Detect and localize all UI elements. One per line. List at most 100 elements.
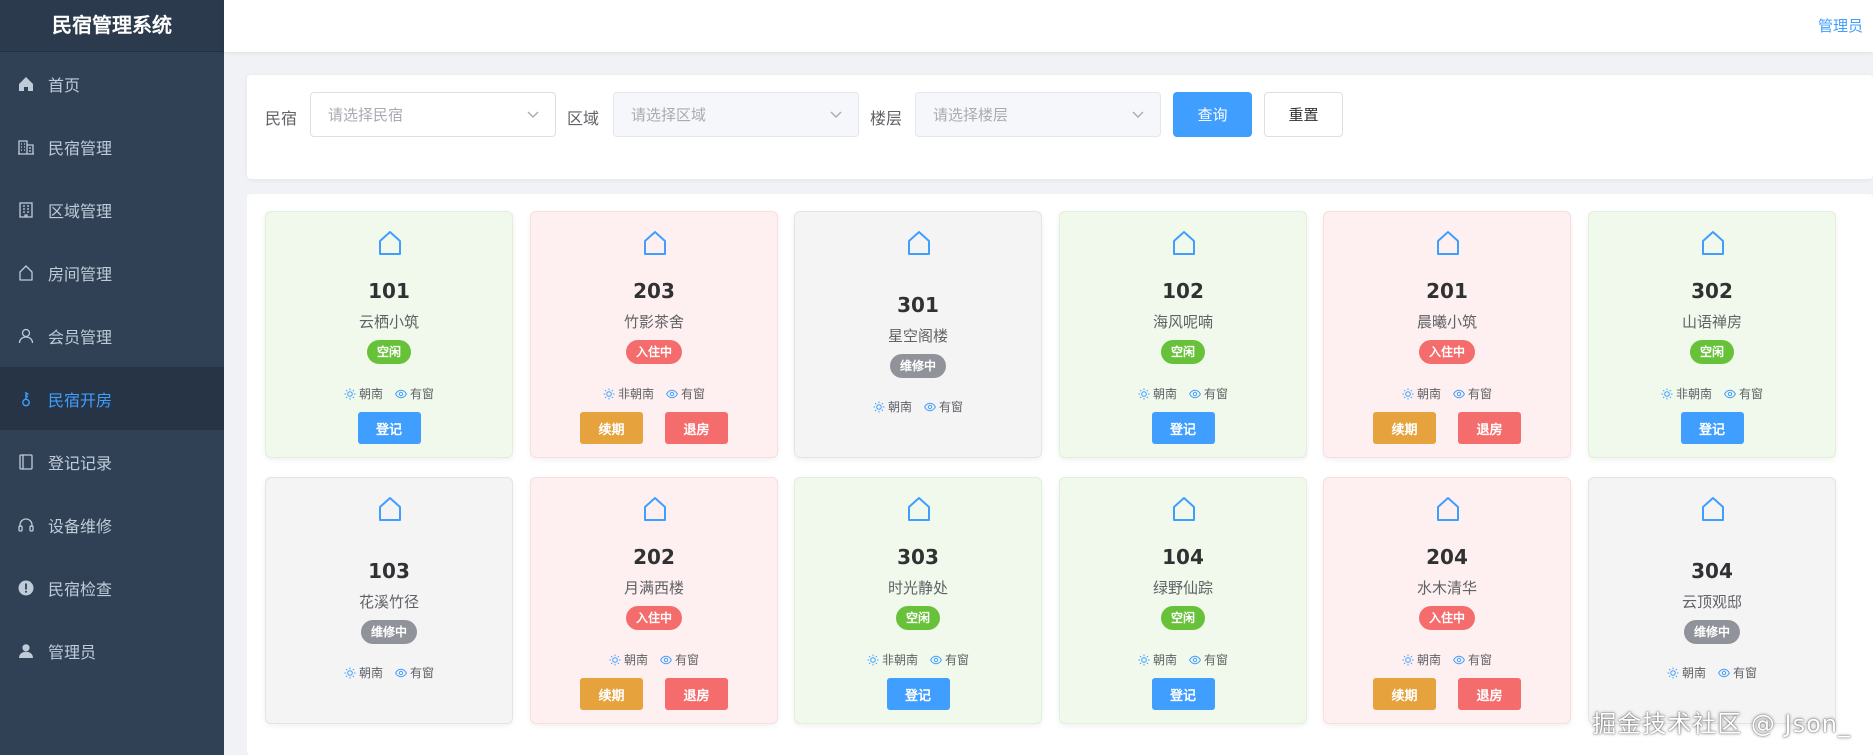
- room-card[interactable]: 101 云栖小筑 空闲 朝南 有窗 登记: [265, 211, 513, 458]
- room-card[interactable]: 201 晨曦小筑 入住中 朝南 有窗 续期 退房: [1323, 211, 1571, 458]
- house-icon: [904, 228, 934, 258]
- renew-button[interactable]: 续期: [580, 678, 643, 710]
- room-card[interactable]: 301 星空阁楼 维修中 朝南 有窗: [794, 211, 1042, 458]
- sidebar-item-4[interactable]: 会员管理: [0, 304, 224, 367]
- checkout-button[interactable]: 退房: [1458, 412, 1521, 444]
- renew-button[interactable]: 续期: [1373, 678, 1436, 710]
- renew-button[interactable]: 续期: [1373, 412, 1436, 444]
- eye-icon: [1453, 388, 1465, 400]
- eye-icon: [1189, 654, 1201, 666]
- sidebar-item-label: 管理员: [48, 642, 97, 662]
- room-features: 朝南 有窗: [1060, 651, 1306, 668]
- room-actions: 续期 退房: [531, 678, 777, 710]
- window-text: 有窗: [945, 653, 970, 667]
- eye-icon: [660, 654, 672, 666]
- top-header: 管理员: [224, 0, 1873, 52]
- sun-icon: [1138, 654, 1150, 666]
- eye-icon: [1453, 654, 1465, 666]
- window-text: 有窗: [939, 400, 964, 414]
- sidebar-item-2[interactable]: 区域管理: [0, 178, 224, 241]
- sun-icon: [344, 388, 356, 400]
- homestay-select[interactable]: 请选择民宿: [310, 92, 556, 137]
- sidebar-item-6[interactable]: 登记记录: [0, 430, 224, 493]
- room-card[interactable]: 202 月满西楼 入住中 朝南 有窗 续期 退房: [530, 477, 778, 724]
- sidebar-item-5[interactable]: 民宿开房: [0, 367, 224, 430]
- house-icon: [1433, 494, 1463, 524]
- area-select[interactable]: 请选择区域: [613, 92, 859, 137]
- orientation-feature: 非朝南: [1661, 385, 1712, 402]
- window-text: 有窗: [1468, 653, 1493, 667]
- window-feature: 有窗: [395, 385, 434, 402]
- orientation-text: 朝南: [1416, 653, 1441, 667]
- sun-icon: [1138, 388, 1150, 400]
- building-icon: [16, 137, 36, 157]
- sidebar-item-1[interactable]: 民宿管理: [0, 115, 224, 178]
- orientation-feature: 朝南: [1667, 664, 1706, 681]
- checkout-button[interactable]: 退房: [1458, 678, 1521, 710]
- room-card[interactable]: 204 水木清华 入住中 朝南 有窗 续期 退房: [1323, 477, 1571, 724]
- window-feature: 有窗: [1189, 651, 1228, 668]
- orientation-text: 朝南: [1152, 387, 1177, 401]
- orientation-text: 朝南: [623, 653, 648, 667]
- eye-icon: [1189, 388, 1201, 400]
- orientation-text: 非朝南: [881, 653, 918, 667]
- room-number: 301: [897, 293, 939, 317]
- room-card[interactable]: 304 云顶观邸 维修中 朝南 有窗: [1588, 477, 1836, 724]
- status-badge: 入住中: [625, 340, 683, 364]
- checkout-button[interactable]: 退房: [665, 678, 728, 710]
- room-actions: 续期 退房: [1324, 412, 1570, 444]
- checkin-button[interactable]: 登记: [1151, 412, 1215, 444]
- room-name: 云栖小筑: [358, 313, 419, 331]
- orientation-text: 朝南: [1416, 387, 1441, 401]
- status-badge: 维修中: [1683, 620, 1741, 644]
- room-card[interactable]: 203 竹影茶舍 入住中 非朝南 有窗 续期 退房: [530, 211, 778, 458]
- sidebar-item-label: 会员管理: [48, 327, 113, 347]
- room-card[interactable]: 103 花溪竹径 维修中 朝南 有窗: [265, 477, 513, 724]
- room-actions: 续期 退房: [531, 412, 777, 444]
- house-icon: [16, 263, 36, 283]
- room-features: 朝南 有窗: [266, 385, 512, 402]
- orientation-text: 朝南: [358, 666, 383, 680]
- window-text: 有窗: [1204, 387, 1229, 401]
- window-text: 有窗: [675, 653, 700, 667]
- sidebar-item-8[interactable]: 民宿检查: [0, 556, 224, 619]
- house-icon: [375, 228, 405, 258]
- area-label: 区域: [567, 109, 600, 128]
- key-icon: [16, 389, 36, 409]
- room-card[interactable]: 104 绿野仙踪 空闲 朝南 有窗 登记: [1059, 477, 1307, 724]
- checkin-button[interactable]: 登记: [1680, 412, 1744, 444]
- room-actions: 登记: [1060, 412, 1306, 444]
- room-card[interactable]: 302 山语禅房 空闲 非朝南 有窗 登记: [1588, 211, 1836, 458]
- room-name: 海风呢喃: [1152, 313, 1213, 331]
- sun-icon: [603, 388, 615, 400]
- room-features: 朝南 有窗: [795, 398, 1041, 415]
- floor-select[interactable]: 请选择楼层: [915, 92, 1161, 137]
- room-card[interactable]: 102 海风呢喃 空闲 朝南 有窗 登记: [1059, 211, 1307, 458]
- checkout-button[interactable]: 退房: [665, 412, 728, 444]
- query-button[interactable]: 查询: [1173, 92, 1252, 137]
- house-icon: [375, 494, 405, 524]
- room-number: 204: [1426, 545, 1468, 569]
- window-text: 有窗: [681, 387, 706, 401]
- room-name: 花溪竹径: [358, 593, 419, 611]
- sidebar-item-9[interactable]: 管理员: [0, 619, 224, 682]
- window-feature: 有窗: [1453, 651, 1492, 668]
- orientation-feature: 朝南: [1138, 651, 1177, 668]
- sidebar-item-7[interactable]: 设备维修: [0, 493, 224, 556]
- watermark: 掘金技术社区 @ Json_: [1592, 710, 1851, 738]
- renew-button[interactable]: 续期: [580, 412, 643, 444]
- checkin-button[interactable]: 登记: [357, 412, 421, 444]
- orientation-text: 朝南: [358, 387, 383, 401]
- user-menu[interactable]: 管理员: [1818, 15, 1863, 36]
- sidebar-item-label: 民宿开房: [48, 390, 113, 410]
- reset-button[interactable]: 重置: [1264, 92, 1343, 137]
- orientation-text: 朝南: [887, 400, 912, 414]
- window-text: 有窗: [1468, 387, 1493, 401]
- room-card[interactable]: 303 时光静处 空闲 非朝南 有窗 登记: [794, 477, 1042, 724]
- checkin-button[interactable]: 登记: [1151, 678, 1215, 710]
- checkin-button[interactable]: 登记: [886, 678, 950, 710]
- orientation-text: 非朝南: [617, 387, 654, 401]
- sidebar-item-3[interactable]: 房间管理: [0, 241, 224, 304]
- orientation-feature: 朝南: [1402, 385, 1441, 402]
- sidebar-item-0[interactable]: 首页: [0, 52, 224, 115]
